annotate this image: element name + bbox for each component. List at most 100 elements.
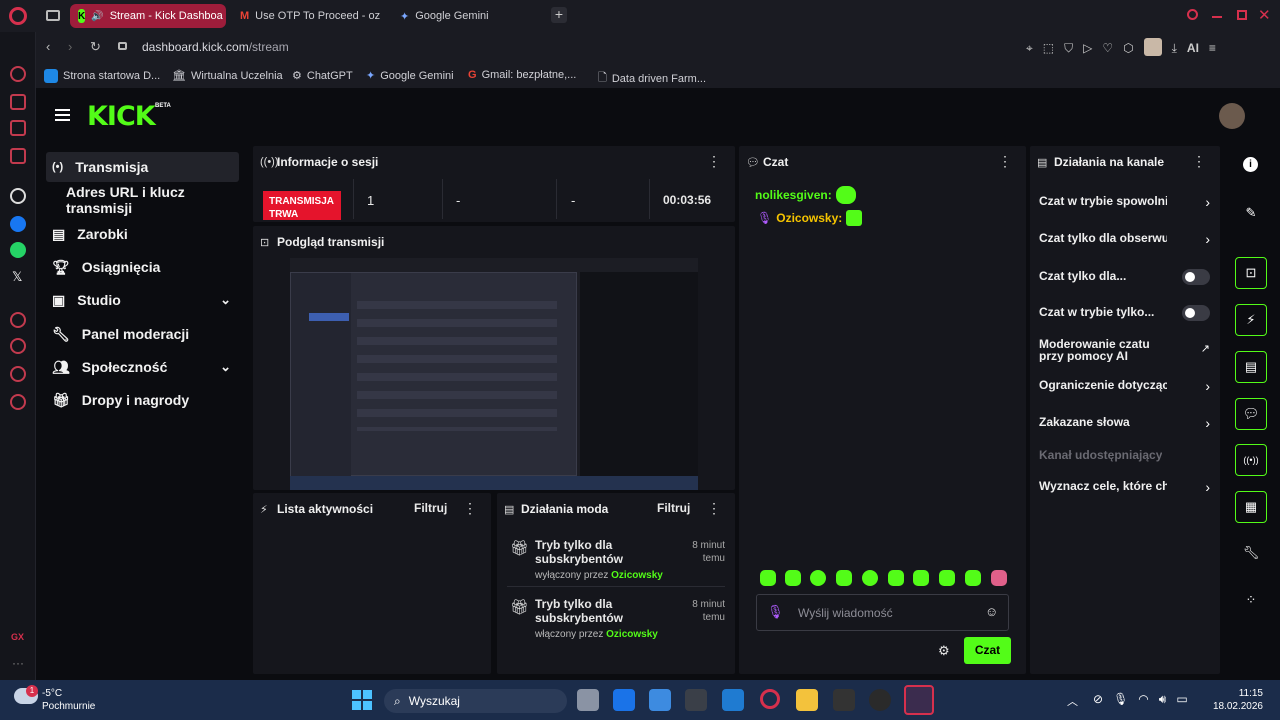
moderator-icon[interactable]: ▦ xyxy=(1235,491,1267,523)
reload-icon[interactable]: ↻ xyxy=(90,39,101,55)
extensions-icon[interactable]: ⬡ xyxy=(1123,41,1133,56)
x-twitter-icon[interactable]: 𝕏 xyxy=(12,269,22,285)
obs-icon[interactable] xyxy=(869,689,891,711)
emote-icon[interactable] xyxy=(888,570,904,586)
emote-icon[interactable] xyxy=(913,570,929,586)
document-icon[interactable]: ▤ xyxy=(1235,351,1267,383)
settings-icon[interactable] xyxy=(10,394,26,410)
nav-stream-key[interactable]: Adres URL i klucz transmisji xyxy=(46,184,239,216)
bookmark-item[interactable]: ✦ Google Gemini xyxy=(366,69,454,83)
whatsapp-icon[interactable] xyxy=(10,242,26,258)
channel-action-ai-moderation[interactable]: Moderowanie czatu przy pomocy AI ↗ xyxy=(1030,338,1220,366)
wrench-icon[interactable]: 🔧︎ xyxy=(1235,537,1267,569)
channel-action-emotes-only[interactable]: Czat w trybie tylko... xyxy=(1030,305,1220,325)
nav-moderacja[interactable]: 🔧︎ Panel moderacji xyxy=(46,319,239,349)
emote-icon[interactable] xyxy=(965,570,981,586)
broadcast-icon[interactable]: ((•)) xyxy=(1235,444,1267,476)
emote-icon[interactable] xyxy=(939,570,955,586)
shield-icon[interactable]: ⛉ xyxy=(1064,41,1073,56)
lightning-icon[interactable]: ⚡︎ xyxy=(1235,304,1267,336)
nav-dropy[interactable]: 🎁︎ Dropy i nagrody xyxy=(46,385,239,415)
emoji-icon[interactable]: ☺ xyxy=(985,604,998,619)
chatgpt-icon[interactable] xyxy=(10,188,26,204)
clock-icon[interactable] xyxy=(10,338,26,354)
emote-icon[interactable] xyxy=(760,570,776,586)
apps-icon[interactable]: ⁘ xyxy=(1235,584,1267,616)
kebab-menu-icon[interactable]: ⋮ xyxy=(1192,154,1206,168)
bookmark-item[interactable]: ⚙ ChatGPT xyxy=(292,69,353,83)
kebab-menu-icon[interactable]: ⋮ xyxy=(707,501,721,515)
hamburger-icon[interactable] xyxy=(55,109,70,121)
speaker-icon[interactable]: 🔊 xyxy=(91,11,103,22)
message-input[interactable]: 🎙︎ Wyślij wiadomość ☺ xyxy=(756,594,1009,631)
channel-action-slow-mode[interactable]: Czat w trybie spowolnionym › xyxy=(1030,194,1220,214)
toggle-switch[interactable] xyxy=(1182,269,1210,285)
history-icon[interactable] xyxy=(10,66,26,82)
filter-button[interactable]: Filtruj xyxy=(657,501,690,515)
pin-icon[interactable]: ⌖ xyxy=(1026,41,1033,56)
bookmark-item[interactable]: Strona startowa D... xyxy=(44,69,160,83)
opera-gx-icon[interactable] xyxy=(904,685,934,715)
task-view-icon[interactable] xyxy=(577,689,599,711)
opera-logo-icon[interactable] xyxy=(9,7,27,25)
gx-icon[interactable]: GX xyxy=(11,632,24,642)
play-icon[interactable]: ▷ xyxy=(1083,41,1092,56)
chat-send-button[interactable]: Czat xyxy=(964,637,1011,664)
nav-zarobki[interactable]: ▤ Zarobki xyxy=(46,219,239,249)
tab-kick[interactable]: K 🔊 Stream - Kick Dashboa xyxy=(70,4,226,28)
outlook-icon[interactable] xyxy=(613,689,635,711)
edit-icon[interactable]: ✎ xyxy=(1235,197,1267,229)
menu-icon[interactable]: ≡ xyxy=(1209,41,1216,56)
clock-time[interactable]: 11:15 xyxy=(1237,688,1263,699)
snapshot-icon[interactable]: ⬚ xyxy=(1043,41,1054,56)
player-icon[interactable] xyxy=(10,312,26,328)
channel-action-followers-only[interactable]: Czat tylko dla obserwujących › xyxy=(1030,231,1220,251)
kebab-menu-icon[interactable]: ⋮ xyxy=(463,501,477,515)
new-tab-button[interactable]: + xyxy=(551,7,567,23)
profile-avatar-icon[interactable] xyxy=(1143,38,1162,56)
stream-preview-video[interactable] xyxy=(290,258,698,490)
minimize-icon[interactable] xyxy=(1212,16,1222,18)
channel-action-age-restriction[interactable]: Ograniczenie dotyczące wieku › xyxy=(1030,378,1220,398)
messenger-icon[interactable] xyxy=(10,216,26,232)
emote-icon[interactable] xyxy=(785,570,801,586)
vscode-icon[interactable] xyxy=(722,689,744,711)
kebab-menu-icon[interactable]: ⋮ xyxy=(998,154,1012,168)
emote-icon[interactable] xyxy=(862,570,878,586)
start-icon[interactable] xyxy=(352,690,372,710)
clock-date[interactable]: 18.02.2026 xyxy=(1205,701,1263,712)
channel-action-goals[interactable]: Wyznacz cele, które chcesz › xyxy=(1030,479,1220,499)
close-icon[interactable]: ✕ xyxy=(1258,6,1271,24)
screenshot-icon[interactable]: ⊡ xyxy=(1235,257,1267,289)
chat-username[interactable]: Ozicowsky: xyxy=(776,211,842,225)
wallet-icon[interactable] xyxy=(10,120,26,136)
url-field[interactable]: dashboard.kick.com/stream xyxy=(142,40,289,54)
tab-gmail[interactable]: M Use OTP To Proceed - oz xyxy=(232,4,382,28)
search-tabs-icon[interactable] xyxy=(1187,9,1198,20)
app-icon[interactable] xyxy=(833,689,855,711)
bookmark-item[interactable]: 🗋 Data driven Farm... xyxy=(598,69,706,88)
channel-action-subs-only[interactable]: Czat tylko dla... xyxy=(1030,269,1220,289)
nav-osiagniecia[interactable]: 🏆︎ Osiągnięcia xyxy=(46,252,239,282)
chat-settings-icon[interactable]: ⚙ xyxy=(938,643,950,659)
emote-icon[interactable] xyxy=(836,570,852,586)
tab-gemini[interactable]: ✦ Google Gemini xyxy=(392,4,542,28)
chat-username[interactable]: nolikesgiven: xyxy=(755,188,832,202)
maximize-icon[interactable] xyxy=(1237,10,1247,20)
channel-action-banned-words[interactable]: Zakazane słowa › xyxy=(1030,415,1220,435)
info-icon[interactable]: i xyxy=(1243,157,1258,172)
folder-icon[interactable] xyxy=(796,689,818,711)
ai-button[interactable]: AI xyxy=(1187,41,1199,56)
speed-dial-icon[interactable] xyxy=(10,94,26,110)
user-avatar[interactable] xyxy=(1219,103,1245,129)
taskbar-search[interactable]: ⌕ Wyszukaj xyxy=(384,689,567,713)
tab-switcher-icon[interactable] xyxy=(46,10,60,21)
kick-logo[interactable]: KICK xyxy=(87,101,156,132)
emote-icon[interactable] xyxy=(810,570,826,586)
more-icon[interactable]: ··· xyxy=(12,656,24,670)
bookmark-item[interactable]: 🏛 Wirtualna Uczelnia xyxy=(172,69,283,83)
toggle-switch[interactable] xyxy=(1182,305,1210,321)
extensions-icon[interactable] xyxy=(10,366,26,382)
tray-icons[interactable]: ⊘ 🎙︎ ◠ 🔊︎ ▭ xyxy=(1093,692,1188,707)
opera-icon[interactable] xyxy=(760,689,780,709)
